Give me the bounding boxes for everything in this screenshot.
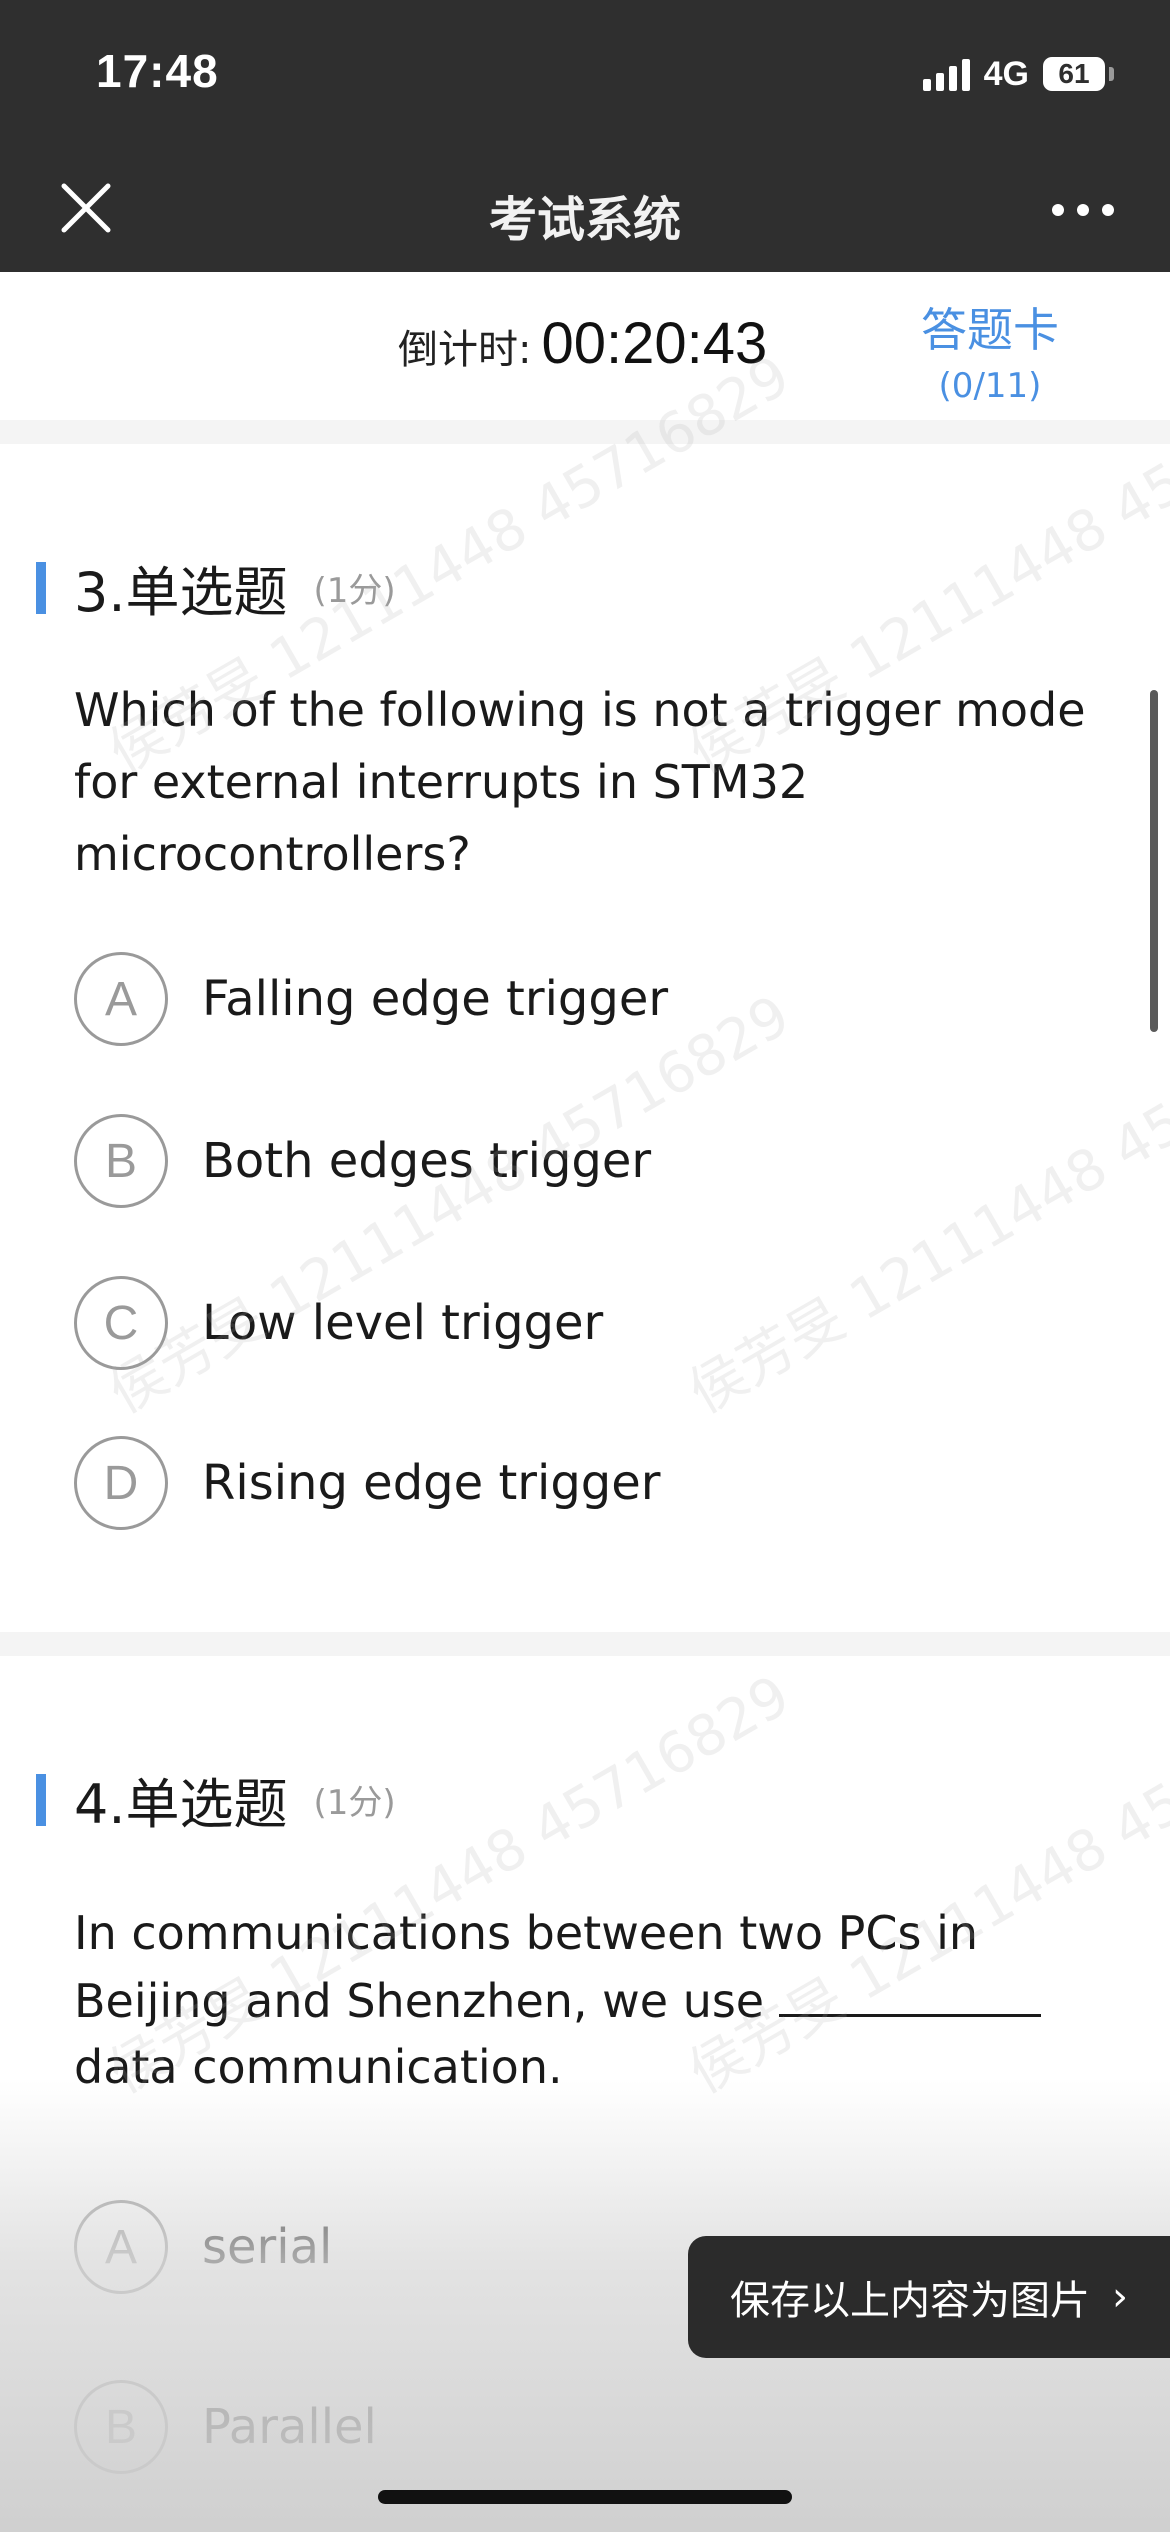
question-text: Which of the following is not a trigger … [74, 683, 1086, 881]
answer-card-button[interactable]: 答题卡 (0/11) [900, 294, 1080, 406]
option-c[interactable]: C Low level trigger [74, 1276, 603, 1370]
question-text: In communications between two PCs in Bei… [74, 1900, 1114, 2100]
timer-header: 倒计时: 00:20:43 答题卡 (0/11) [0, 272, 1170, 422]
option-a[interactable]: A Falling edge trigger [74, 952, 668, 1046]
option-letter: A [74, 952, 168, 1046]
option-text: Parallel [202, 2399, 377, 2455]
battery-nub [1109, 67, 1114, 81]
option-text: Rising edge trigger [202, 1455, 661, 1511]
option-letter: B [74, 1114, 168, 1208]
option-letter: A [74, 2200, 168, 2294]
question-score: (1分) [313, 571, 396, 611]
option-letter: D [74, 1436, 168, 1530]
save-as-image-button[interactable]: 保存以上内容为图片 › [688, 2236, 1170, 2358]
countdown-value: 00:20:43 [541, 311, 768, 376]
page-title: 考试系统 [488, 192, 681, 248]
option-text: Falling edge trigger [202, 971, 669, 1027]
answer-card-label: 答题卡 [921, 303, 1059, 357]
chevron-right-icon: › [1112, 2274, 1128, 2320]
fill-blank [778, 1966, 1041, 2017]
option-b[interactable]: B Parallel [74, 2380, 377, 2474]
question-header: 3.单选题 (1分) [36, 548, 396, 627]
question-score: (1分) [313, 1783, 396, 1823]
home-indicator[interactable] [378, 2490, 792, 2504]
more-icon[interactable] [1052, 200, 1114, 220]
option-text: serial [202, 2219, 333, 2275]
divider [0, 1632, 1170, 1656]
answer-card-count: (0/11) [938, 366, 1042, 406]
question-accent-bar [36, 561, 46, 614]
countdown-label: 倒计时: [398, 327, 532, 373]
option-letter: B [74, 2380, 168, 2474]
countdown-timer: 倒计时: 00:20:43 [398, 310, 767, 377]
question-text-part: data communication. [74, 2040, 563, 2094]
save-button-label: 保存以上内容为图片 [730, 2278, 1090, 2324]
nav-bar: 考试系统 [0, 150, 1170, 272]
status-bar: 17:48 4G 61 [0, 0, 1170, 150]
battery-level: 61 [1058, 58, 1090, 89]
question-card: 3.单选题 (1分) Which of the following is not… [0, 444, 1170, 1632]
question-accent-bar [36, 1773, 46, 1826]
option-a[interactable]: A serial [74, 2200, 332, 2294]
option-letter: C [74, 1276, 168, 1370]
status-time: 17:48 [96, 45, 219, 97]
question-title: 3.单选题 [74, 561, 288, 624]
option-b[interactable]: B Both edges trigger [74, 1114, 651, 1208]
divider [0, 420, 1170, 444]
signal-icon [922, 57, 970, 91]
question-title: 4.单选题 [74, 1773, 288, 1836]
option-d[interactable]: D Rising edge trigger [74, 1436, 661, 1530]
scrollbar[interactable] [1150, 690, 1158, 1032]
network-type: 4G [983, 54, 1029, 93]
option-text: Low level trigger [202, 1295, 604, 1351]
battery-icon: 61 [1043, 57, 1105, 91]
question-card: 4.单选题 (1分) In communications between two… [0, 1656, 1170, 2532]
status-indicators: 4G 61 [922, 54, 1114, 94]
option-text: Both edges trigger [202, 1133, 652, 1189]
question-header: 4.单选题 (1分) [36, 1760, 396, 1839]
